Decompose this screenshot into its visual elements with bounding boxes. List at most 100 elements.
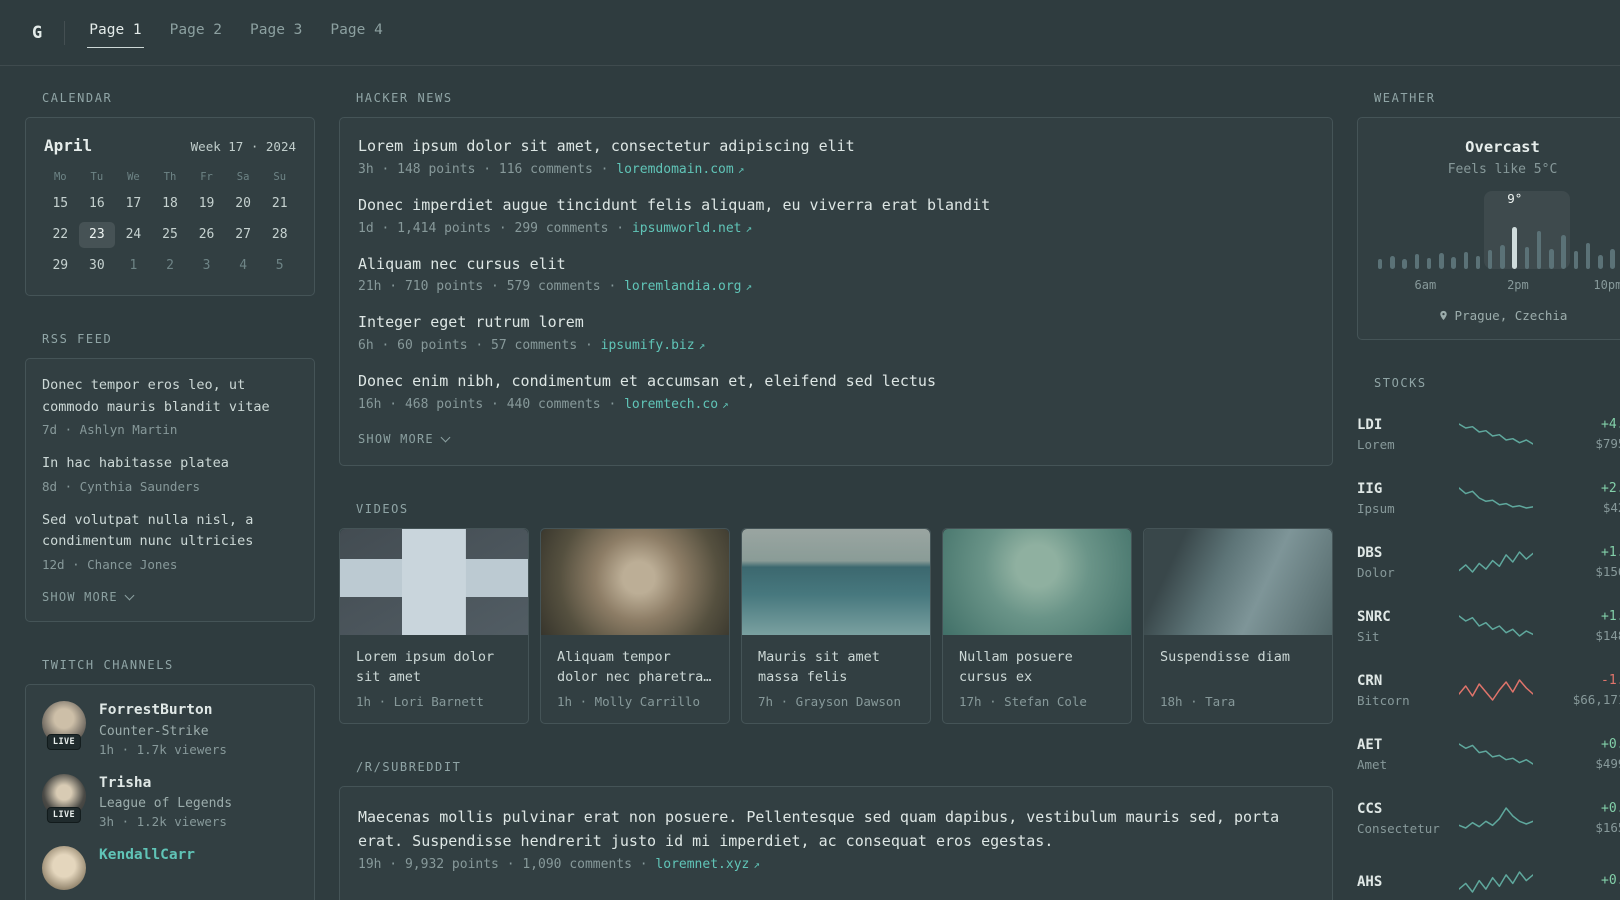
chevron-down-icon [440,432,451,443]
stock-values: +0.46% [1556,873,1620,892]
hn-story-title[interactable]: Donec enim nibh, condimentum et accumsan… [358,371,1314,393]
video-title[interactable]: Suspendisse diam [1160,647,1316,687]
stock-row[interactable]: AHS +0.46% [1357,850,1620,900]
video-card[interactable]: Nullam posuere cursus ex 17h · Stefan Co… [942,527,1132,724]
weather-section-title: WEATHER [1374,91,1436,105]
video-card[interactable]: Lorem ipsum dolor sit amet consectetu… 1… [339,527,529,724]
rss-item-meta: 12d · Chance Jones [42,556,178,572]
rss-item-title[interactable]: Sed volutpat nulla nisl, a condimentum n… [42,510,298,553]
stock-sparkline [1458,615,1533,637]
stock-id: IIG Ipsum [1357,481,1435,516]
stock-name: Consectetur [1357,820,1440,836]
stock-sparkline [1458,871,1533,893]
hn-story-title[interactable]: Aliquam nec cursus elit [358,254,1314,276]
stock-id: CRN Bitcorn [1357,673,1435,708]
calendar-day-today: 23 [78,222,116,248]
stock-ticker: AHS [1357,874,1383,890]
rss-item: Donec tempor eros leo, ut commodo mauris… [42,375,298,437]
external-link-icon: ↗ [753,857,760,871]
stock-row[interactable]: DBS Dolor +1.42% $156.28 [1357,530,1620,594]
weather-widget: WEATHER Overcast Feels like 5°C 9° 6am 2p… [1357,91,1620,340]
video-thumbnail[interactable] [742,528,930,635]
twitch-widget: TWITCH CHANNELS LIVE ForrestBurton Count… [25,658,315,900]
hn-story-domain-link[interactable]: loremtech.co ↗ [624,397,729,412]
hn-story-title[interactable]: Integer eget rutrum lorem [358,312,1314,334]
hn-story-meta: 16h · 468 points · 440 comments · loremt… [358,397,1314,412]
stock-price: $165.84 [1595,820,1620,835]
app-logo[interactable]: G [32,23,42,43]
stock-row[interactable]: IIG Ipsum +2.84% $42.04 [1357,466,1620,530]
subreddit-section-title: /R/SUBREDDIT [356,759,462,774]
video-thumbnail[interactable] [943,528,1131,635]
video-thumbnail[interactable] [541,528,729,635]
video-title[interactable]: Aliquam tempor dolor nec pharetra… [557,647,713,687]
weather-location: Prague, Czechia [1374,308,1620,323]
weather-bar [1402,259,1407,269]
stock-name: Ipsum [1357,500,1395,516]
stock-row[interactable]: LDI Lorem +4.35% $795.18 [1357,402,1620,466]
twitch-channel-name[interactable]: Trisha [99,774,232,794]
stock-price: $66,171.48 [1572,692,1620,707]
video-thumbnail[interactable] [340,528,528,635]
rss-item-meta: 7d · Ashlyn Martin [42,422,178,438]
twitch-avatar-wrap [42,846,86,891]
subreddit-post-title[interactable]: Maecenas mollis pulvinar erat non posuer… [358,805,1314,853]
rss-show-more-button[interactable]: SHOW MORE [42,590,135,604]
hn-story-stats: 1d · 1,414 points · 299 comments · [358,220,625,236]
rss-item: Sed volutpat nulla nisl, a condimentum n… [42,510,298,572]
subreddit-widget: /R/SUBREDDIT Maecenas mollis pulvinar er… [339,760,1333,900]
stock-id: DBS Dolor [1357,545,1435,580]
left-column: CALENDAR April Week 17 · 2024 Mo Tu We Th Fr… [25,91,315,900]
tab-page-4[interactable]: Page 4 [328,18,384,48]
rss-item-title[interactable]: In hac habitasse platea [42,453,298,475]
twitch-channel-name[interactable]: ForrestBurton [99,701,227,721]
hn-story-domain-link[interactable]: loremlandia.org ↗ [624,279,752,294]
stock-name: Dolor [1357,564,1395,580]
stock-row[interactable]: SNRC Sit +1.36% $148.64 [1357,594,1620,658]
chevron-down-icon [124,590,135,601]
stock-row[interactable]: AET Amet +0.92% $499.72 [1357,722,1620,786]
hn-story-domain-link[interactable]: ipsumworld.net ↗ [632,221,752,236]
hn-show-more-button[interactable]: SHOW MORE [358,432,451,446]
stock-change: +0.46% [1601,872,1620,888]
video-thumbnail[interactable] [1144,528,1332,635]
tab-page-1[interactable]: Page 1 [87,18,144,48]
stock-values: +1.36% $148.64 [1556,609,1620,643]
calendar-month: April [44,136,93,155]
subreddit-post-domain-link[interactable]: loremnet.xyz ↗ [655,857,760,872]
video-title[interactable]: Nullam posuere cursus ex [959,647,1115,687]
twitch-channel-name[interactable]: KendallCarr [99,846,195,866]
hn-story-title[interactable]: Lorem ipsum dolor sit amet, consectetur … [358,136,1314,158]
hn-story-domain-link[interactable]: loremdomain.com ↗ [616,162,744,177]
weather-bar [1610,249,1615,269]
video-card[interactable]: Suspendisse diam 18h · Tara [1143,527,1333,724]
stock-name: Lorem [1357,436,1395,452]
hn-story-title[interactable]: Donec imperdiet augue tincidunt felis al… [358,195,1314,217]
stock-row[interactable]: CRN Bitcorn -1.00% $66,171.48 [1357,658,1620,722]
subreddit-post-stats: 19h · 9,932 points · 1,090 comments · [358,856,648,872]
weather-bar [1573,251,1579,269]
twitch-channel[interactable]: LIVE ForrestBurton Counter-Strike 1h · 1… [42,700,298,757]
stock-ticker: SNRC [1357,608,1391,625]
weather-bar [1598,255,1603,269]
calendar-days-grid: 15 16 17 18 19 20 21 22 23 24 25 26 27 28 29 30 1 2 3 4 5 [42,191,298,279]
tab-page-2[interactable]: Page 2 [168,18,224,48]
rss-item: In hac habitasse platea 8d · Cynthia Sau… [42,453,298,494]
stock-sparkline [1458,423,1533,445]
stock-values: +2.84% $42.04 [1556,481,1620,515]
twitch-channel[interactable]: LIVE Trisha League of Legends 3h · 1.2k … [42,773,298,829]
video-title[interactable]: Lorem ipsum dolor sit amet consectetu… [356,647,512,687]
rss-item-title[interactable]: Donec tempor eros leo, ut commodo mauris… [42,375,298,418]
subreddit-post: Maecenas mollis pulvinar erat non posuer… [358,805,1314,872]
twitch-channel-game: Counter-Strike [99,723,209,739]
video-card[interactable]: Aliquam tempor dolor nec pharetra… 1h · … [540,527,730,724]
stock-row[interactable]: CCS Consectetur +0.51% $165.84 [1357,786,1620,850]
weather-bar [1451,257,1456,269]
twitch-channel[interactable]: KendallCarr [42,846,298,891]
calendar-day: 5 [275,258,284,273]
video-title[interactable]: Mauris sit amet massa felis [758,647,914,687]
video-card[interactable]: Mauris sit amet massa felis 7h · Grayson… [741,527,931,724]
tab-page-3[interactable]: Page 3 [248,18,304,48]
subreddit-post-meta: 19h · 9,932 points · 1,090 comments · lo… [358,857,1314,872]
hn-story-domain-link[interactable]: ipsumify.biz ↗ [601,338,706,353]
